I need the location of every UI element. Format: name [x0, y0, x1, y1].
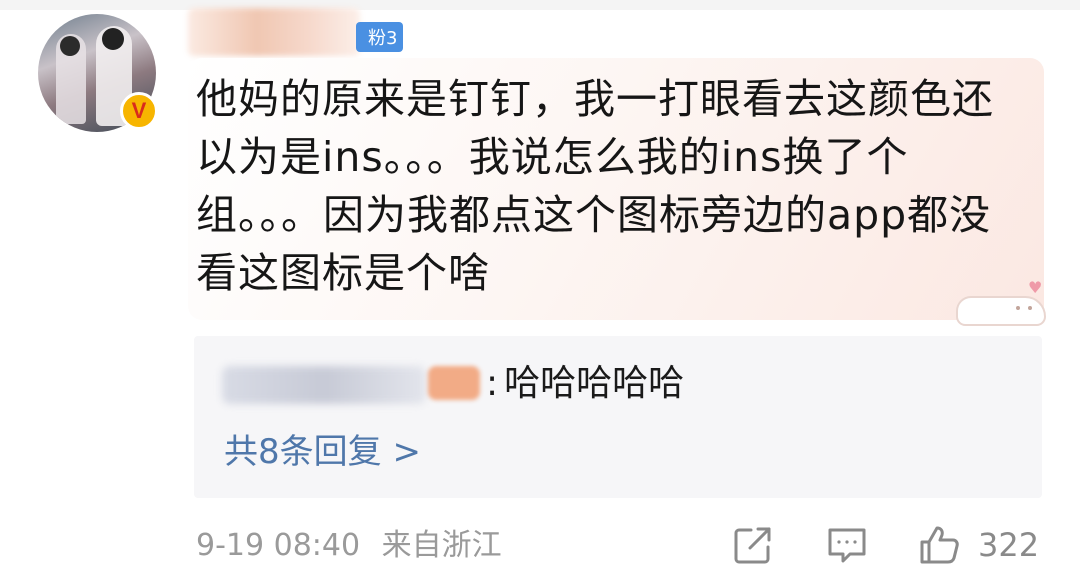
cat-sticker-eye-right	[1028, 306, 1032, 310]
heart-icon: ♥	[1028, 278, 1043, 297]
reply-username-blurred[interactable]	[222, 366, 426, 404]
username-blurred[interactable]	[188, 8, 360, 56]
like-icon	[920, 526, 959, 564]
cat-sticker-eye-left	[1016, 306, 1020, 310]
fan-level-badge[interactable]: 粉3	[356, 22, 404, 52]
comment-location: 来自浙江	[381, 528, 502, 563]
reply-user-badge-blurred	[428, 366, 480, 400]
cat-sticker-decoration: ♥	[952, 278, 1052, 334]
reply-content: 哈哈哈哈哈	[504, 363, 685, 404]
share-icon	[734, 527, 771, 564]
like-button[interactable]: 322	[918, 524, 1039, 566]
view-all-replies-link[interactable]: 共8条回复 >	[224, 430, 421, 474]
comment-meta: 9-19 08:40 来自浙江	[196, 526, 502, 566]
top-divider	[0, 0, 1080, 10]
comment-button[interactable]	[826, 524, 868, 566]
avatar-figure-1-head	[60, 36, 80, 56]
reply-preview-text: : 哈哈哈哈哈	[486, 362, 684, 406]
avatar-figure-2-head	[102, 28, 124, 50]
cat-sticker-body	[956, 296, 1046, 326]
comment-timestamp: 9-19 08:40	[196, 528, 361, 563]
fan-badge-label: 粉3	[368, 28, 398, 49]
verified-icon: V	[120, 92, 158, 130]
comment-icon	[828, 528, 866, 563]
reply-colon: :	[486, 363, 499, 404]
comment-text: 他妈的原来是钉钉，我一打眼看去这颜色还以为是ins。。。我说怎么我的ins换了个…	[196, 75, 994, 297]
share-button[interactable]	[732, 524, 774, 566]
like-count: 322	[978, 526, 1040, 564]
